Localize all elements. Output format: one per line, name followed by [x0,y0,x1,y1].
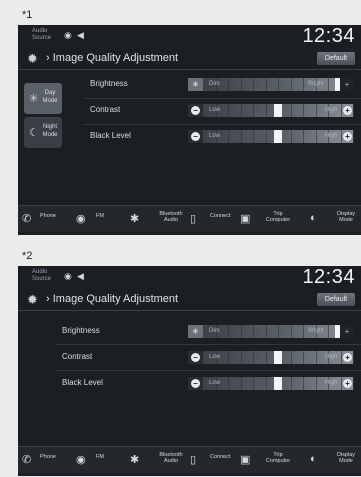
title-bar: ✹ › Image Quality Adjustment Default [18,47,361,70]
page-title-text: Image Quality Adjustment [52,52,179,64]
black-level-knob[interactable] [274,377,282,390]
bottom-nav: ✆ Phone ◉ FM ✱ Bluetooth Audio ▯ Connect ▣ Trip C… [18,446,361,473]
screen-panel-1: Audio Source ◉ ◀ 12:34 ✹ › Image Quality… [18,25,361,235]
minus-button[interactable]: − [191,379,200,388]
sun-icon: ✳ [29,93,39,105]
high-label: High [325,107,338,113]
plus-icon[interactable]: + [340,78,354,91]
minus-button[interactable]: − [191,106,200,115]
figure-label: *1 [22,9,33,21]
high-label: High [325,133,338,139]
nav-display-mode-button[interactable]: ◐ Display Mode [18,447,361,473]
contrast-label: Contrast [90,105,121,114]
black-level-knob[interactable] [274,130,282,143]
audio-source-button[interactable]: Audio Source [32,269,56,283]
plus-button[interactable]: + [343,379,352,388]
clock: 12:34 [302,25,355,47]
brightness-slider[interactable]: ✳ Dim Bright + [188,78,354,91]
low-label: Low [209,354,221,360]
nav-label: Display Mode [336,211,356,223]
black-level-slider[interactable]: − Low High + [188,130,354,143]
night-mode-label: Night Mode [42,124,58,138]
brightness-label: Brightness [62,326,100,335]
gear-icon: ✹ [27,51,38,66]
audio-source-button[interactable]: Audio Source [32,28,56,42]
nav-display-mode-button[interactable]: ◐ Display Mode [18,206,361,232]
night-mode-button[interactable]: ☾ Night Mode [24,117,62,148]
contrast-slider[interactable]: − Low High + [188,104,354,117]
speaker-icon: ◀ [77,271,84,281]
contrast-slider[interactable]: − Low High + [188,351,354,364]
black-level-slider[interactable]: − Low High + [188,377,354,390]
plus-button[interactable]: + [343,132,352,141]
gear-icon: ✹ [27,292,38,307]
status-bar: Audio Source ◉ ◀ 12:34 [18,25,361,47]
nav-label: Display Mode [336,452,356,464]
low-label: Low [209,380,221,386]
high-label: High [325,380,338,386]
bright-label: Bright [308,81,324,87]
high-label: High [325,354,338,360]
black-level-label: Black Level [90,131,131,140]
brightness-label: Brightness [90,79,128,88]
dim-label: Dim [209,81,220,87]
black-level-label: Black Level [62,378,103,387]
minus-button[interactable]: − [191,132,200,141]
contrast-knob[interactable] [274,104,282,117]
contrast-knob[interactable] [274,351,282,364]
title-bar: ✹ › Image Quality Adjustment Default [18,288,361,311]
sun-icon: ✳ [188,78,203,91]
default-button[interactable]: Default [317,52,355,65]
clock: 12:34 [302,266,355,288]
day-mode-label: Day Mode [42,90,58,104]
contrast-label: Contrast [62,352,93,361]
display-mode-icon: ◐ [310,212,317,224]
low-label: Low [209,107,221,113]
plus-icon[interactable]: + [340,325,354,338]
minus-button[interactable]: − [191,353,200,362]
day-mode-button[interactable]: ✳ Day Mode [24,83,62,114]
status-bar: Audio Source ◉ ◀ 12:34 [18,266,361,288]
phone-signal-icon: ◉ [64,30,72,40]
page-title: › Image Quality Adjustment [46,52,179,64]
plus-button[interactable]: + [343,353,352,362]
phone-signal-icon: ◉ [64,271,72,281]
default-button[interactable]: Default [317,293,355,306]
bottom-nav: ✆ Phone ◉ FM ✱ Bluetooth Audio ▯ Connect ▣ Trip C… [18,205,361,232]
screen-panel-2: Audio Source ◉ ◀ 12:34 ✹ › Image Quality… [18,266,361,476]
page-title-text: Image Quality Adjustment [52,293,179,305]
brightness-slider[interactable]: ✳ Dim Bright + [188,325,354,338]
display-mode-icon: ◐ [310,453,317,465]
page-title: › Image Quality Adjustment [46,293,179,305]
figure-label: *2 [22,250,33,262]
speaker-icon: ◀ [77,30,84,40]
low-label: Low [209,133,221,139]
dim-label: Dim [209,328,220,334]
sun-icon: ✳ [188,325,203,338]
plus-button[interactable]: + [343,106,352,115]
bright-label: Bright [308,328,324,334]
